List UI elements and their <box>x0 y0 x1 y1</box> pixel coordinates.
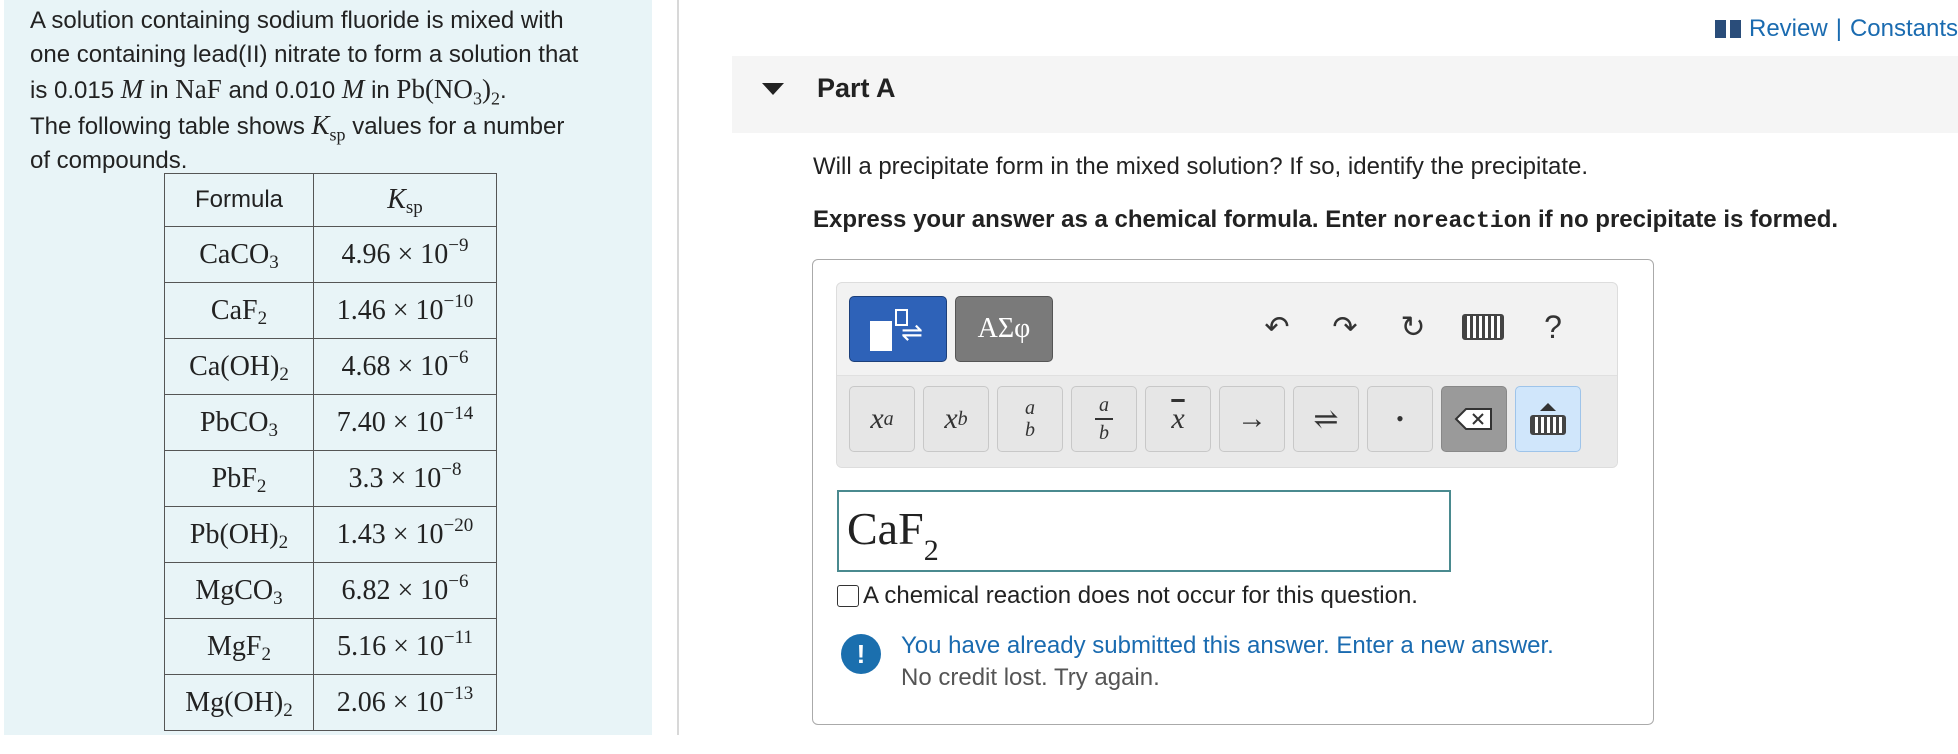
symbols-mode-button[interactable]: ΑΣφ <box>955 296 1053 362</box>
fraction-key[interactable]: ab <box>1071 386 1137 452</box>
middle-dot-key[interactable]: • <box>1367 386 1433 452</box>
code-keyword: noreaction <box>1393 208 1532 234</box>
answer-instruction: Express your answer as a chemical formul… <box>813 206 1839 234</box>
feedback-sub-text: No credit lost. Try again. <box>901 664 1160 691</box>
keyboard-icon <box>1530 415 1566 435</box>
table-row: Ca(OH)2 4.68 × 10−6 <box>164 338 497 395</box>
pbno3-formula: Pb(NO3)2 <box>396 74 500 109</box>
table-header-row: Formula Ksp <box>164 173 497 227</box>
formula-cell: Ca(OH)2 <box>164 338 314 395</box>
problem-text: The following table shows <box>30 113 305 140</box>
question-text: Will a precipitate form in the mixed sol… <box>813 153 1589 180</box>
ksp-value-cell: 5.16 × 10−11 <box>313 618 497 675</box>
answer-input[interactable]: CaF2 <box>837 490 1451 572</box>
table-row: MgCO3 6.82 × 10−6 <box>164 562 497 619</box>
molar-unit: M <box>120 74 144 104</box>
table-row: PbF2 3.3 × 10−8 <box>164 450 497 507</box>
formula-cell: Mg(OH)2 <box>164 674 314 731</box>
keyboard-shortcuts-icon[interactable] <box>1459 305 1507 349</box>
table-row: MgF2 5.16 × 10−11 <box>164 618 497 675</box>
table-row: Pb(OH)2 1.43 × 10−20 <box>164 506 497 563</box>
backspace-key[interactable] <box>1441 386 1507 452</box>
problem-panel: A solution containing sodium fluoride is… <box>4 0 652 735</box>
templates-icon: ⇌ <box>868 307 928 351</box>
problem-text: . <box>499 77 507 104</box>
problem-line: The following table shows Ksp values for… <box>30 108 640 144</box>
review-link[interactable]: Review <box>1749 15 1828 43</box>
no-reaction-label: A chemical reaction does not occur for t… <box>863 582 1418 609</box>
problem-line: A solution containing sodium fluoride is… <box>30 7 564 34</box>
superscript-key[interactable]: xa <box>849 386 915 452</box>
subscript-key[interactable]: xb <box>923 386 989 452</box>
ksp-value-cell: 7.40 × 10−14 <box>313 394 497 451</box>
answer-value: CaF2 <box>847 503 939 567</box>
reset-icon[interactable]: ↻ <box>1391 305 1435 349</box>
ksp-value-cell: 6.82 × 10−6 <box>313 562 497 619</box>
book-icon <box>1715 19 1741 39</box>
problem-text: values for a number <box>352 113 565 140</box>
ksp-table: Formula Ksp CaCO3 4.96 × 10−9 CaF2 1.46 × 1… <box>164 173 497 731</box>
ksp-value-cell: 2.06 × 10−13 <box>313 674 497 731</box>
column-header-formula: Formula <box>164 173 314 227</box>
reaction-arrow-key[interactable]: → <box>1219 386 1285 452</box>
templates-mode-button[interactable]: ⇌ <box>849 296 947 362</box>
column-header-ksp: Ksp <box>313 173 497 227</box>
molar-unit: M <box>341 74 365 104</box>
no-reaction-option[interactable]: A chemical reaction does not occur for t… <box>837 582 1418 610</box>
formula-cell: MgCO3 <box>164 562 314 619</box>
table-row: CaF2 1.46 × 10−10 <box>164 282 497 339</box>
show-keyboard-key[interactable] <box>1515 386 1581 452</box>
table-row: CaCO3 4.96 × 10−9 <box>164 226 497 283</box>
problem-line: one containing lead(II) nitrate to form … <box>30 41 579 68</box>
ksp-value-cell: 4.68 × 10−6 <box>313 338 497 395</box>
formula-cell: MgF2 <box>164 618 314 675</box>
problem-line: is 0.015 M in NaF and 0.010 M in Pb(NO3)… <box>30 72 640 108</box>
redo-icon[interactable]: ↷ <box>1323 305 1367 349</box>
ksp-value-cell: 1.43 × 10−20 <box>313 506 497 563</box>
overline-key[interactable]: x <box>1145 386 1211 452</box>
problem-statement: A solution containing sodium fluoride is… <box>30 4 640 178</box>
fraction-stack-key[interactable]: ab <box>997 386 1063 452</box>
problem-text: and 0.010 <box>228 77 336 104</box>
naf-formula: NaF <box>175 74 222 104</box>
problem-text: is 0.015 <box>30 77 115 104</box>
formula-cell: CaF2 <box>164 282 314 339</box>
link-separator: | <box>1835 15 1842 42</box>
no-reaction-checkbox[interactable] <box>837 585 859 607</box>
problem-text: in <box>149 77 169 104</box>
formula-cell: CaCO3 <box>164 226 314 283</box>
ksp-value-cell: 1.46 × 10−10 <box>313 282 497 339</box>
ksp-value-cell: 4.96 × 10−9 <box>313 226 497 283</box>
part-a-header[interactable]: Part A <box>732 56 1958 133</box>
backspace-icon <box>1454 408 1492 430</box>
formula-cell: PbCO3 <box>164 394 314 451</box>
ksp-value-cell: 3.3 × 10−8 <box>313 450 497 507</box>
formula-cell: PbF2 <box>164 450 314 507</box>
undo-icon[interactable]: ↶ <box>1255 305 1299 349</box>
formula-cell: Pb(OH)2 <box>164 506 314 563</box>
panel-divider <box>677 0 679 735</box>
math-toolbar: ⇌ ΑΣφ ↶ ↷ ↻ ? xa xb ab ab x → ⇌ • <box>836 282 1618 468</box>
equilibrium-arrow-key[interactable]: ⇌ <box>1293 386 1359 452</box>
collapse-caret-icon[interactable] <box>762 83 784 95</box>
problem-text: in <box>371 77 390 104</box>
constants-link[interactable]: Constants <box>1850 15 1958 43</box>
help-button[interactable]: ? <box>1531 305 1575 349</box>
table-row: PbCO3 7.40 × 10−14 <box>164 394 497 451</box>
ksp-symbol: Ksp <box>311 110 346 145</box>
table-row: Mg(OH)2 2.06 × 10−13 <box>164 674 497 731</box>
arrow-up-icon <box>1540 403 1556 411</box>
part-title: Part A <box>817 73 896 103</box>
answer-panel: ⇌ ΑΣφ ↶ ↷ ↻ ? xa xb ab ab x → ⇌ • CaF2 A… <box>812 259 1654 725</box>
review-constants-links: Review | Constants <box>1715 15 1958 43</box>
feedback-main-text: You have already submitted this answer. … <box>901 632 1554 659</box>
alert-icon: ! <box>841 634 881 674</box>
